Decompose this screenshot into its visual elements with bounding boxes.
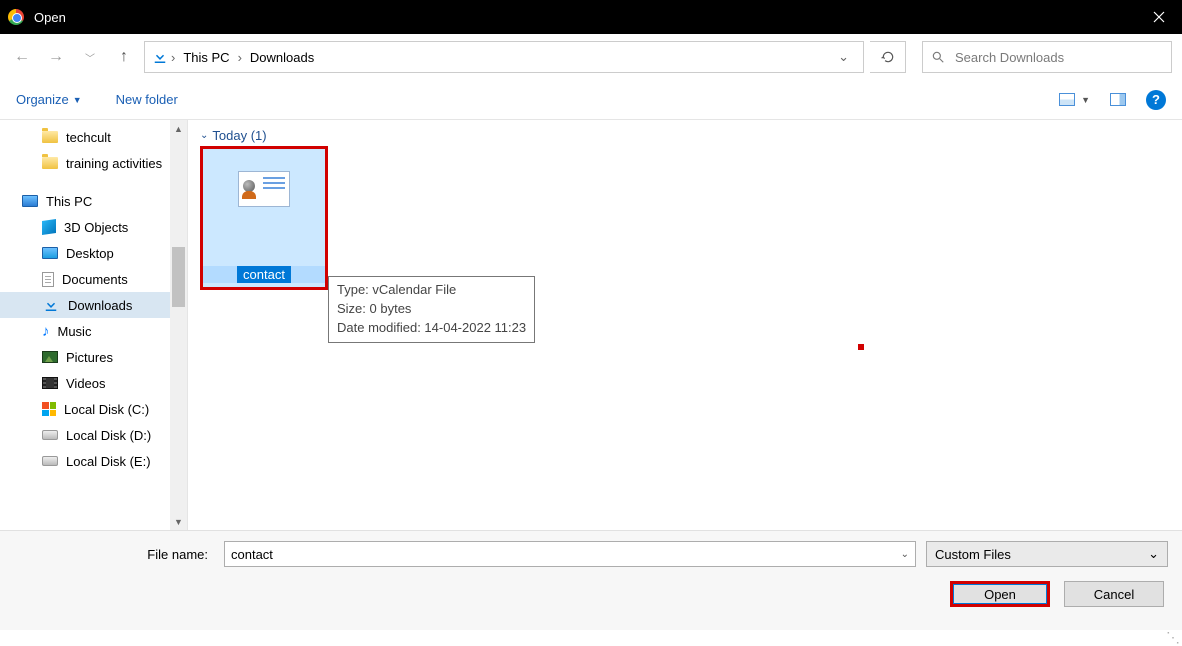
new-folder-button[interactable]: New folder (116, 92, 178, 107)
file-tooltip: Type: vCalendar File Size: 0 bytes Date … (328, 276, 535, 343)
music-icon: ♪ (42, 323, 50, 340)
breadcrumb-root[interactable]: This PC (177, 50, 235, 65)
caret-down-icon: ▼ (1081, 95, 1090, 105)
help-button[interactable]: ? (1146, 90, 1166, 110)
up-button[interactable]: ↑ (110, 43, 138, 71)
search-placeholder: Search Downloads (955, 50, 1064, 65)
nav-disk-e[interactable]: Local Disk (E:) (0, 448, 187, 474)
nav-documents[interactable]: Documents (0, 266, 187, 292)
scroll-thumb[interactable] (172, 247, 185, 307)
refresh-icon (881, 50, 895, 64)
disk-icon (42, 430, 58, 440)
file-list[interactable]: ⌄ Today (1) contact Type: vCalendar File… (188, 120, 1182, 530)
back-button[interactable]: ← (8, 43, 36, 71)
nav-scrollbar[interactable]: ▲ ▼ (170, 120, 187, 530)
nav-videos[interactable]: Videos (0, 370, 187, 396)
history-dropdown[interactable]: ﹀ (76, 43, 104, 71)
nav-downloads[interactable]: Downloads (0, 292, 187, 318)
search-input[interactable]: Search Downloads (922, 41, 1172, 73)
breadcrumb-current[interactable]: Downloads (244, 50, 320, 65)
caret-down-icon: ▼ (73, 95, 82, 105)
windows-icon (42, 402, 56, 416)
document-icon (42, 272, 54, 287)
chevron-down-icon: ⌄ (200, 130, 208, 141)
pictures-icon (42, 351, 58, 363)
chevron-right-icon: › (169, 50, 177, 65)
title-bar: Open (0, 0, 1182, 34)
scroll-down-icon[interactable]: ▼ (170, 513, 187, 530)
file-name-value: contact (231, 547, 273, 562)
disk-icon (42, 456, 58, 466)
nav-disk-d[interactable]: Local Disk (D:) (0, 422, 187, 448)
refresh-button[interactable] (870, 41, 906, 73)
nav-desktop[interactable]: Desktop (0, 240, 187, 266)
forward-button[interactable]: → (42, 43, 70, 71)
view-mode-button[interactable]: ▼ (1059, 93, 1090, 106)
nav-this-pc[interactable]: This PC (0, 188, 187, 214)
organize-button[interactable]: Organize ▼ (16, 92, 82, 107)
toolbar: Organize ▼ New folder ▼ ? (0, 80, 1182, 120)
content-area: techcult training activities This PC 3D … (0, 120, 1182, 530)
address-bar[interactable]: › This PC › Downloads ⌄ (144, 41, 864, 73)
scroll-up-icon[interactable]: ▲ (170, 120, 187, 137)
file-name-label: File name: (14, 547, 214, 562)
navigation-row: ← → ﹀ ↑ › This PC › Downloads ⌄ Search D… (0, 34, 1182, 80)
nav-music[interactable]: ♪Music (0, 318, 187, 344)
chevron-down-icon[interactable]: ⌄ (901, 549, 909, 560)
annotation-marker (858, 344, 864, 350)
cube-icon (42, 219, 56, 235)
downloads-icon (42, 296, 60, 314)
close-icon (1153, 11, 1165, 23)
cancel-button[interactable]: Cancel (1064, 581, 1164, 607)
chrome-icon (8, 9, 24, 25)
folder-icon (42, 157, 58, 169)
view-icon (1059, 93, 1075, 106)
videos-icon (42, 377, 58, 389)
search-icon (931, 50, 945, 64)
address-dropdown[interactable]: ⌄ (830, 49, 857, 65)
tooltip-type: Type: vCalendar File (337, 281, 526, 300)
nav-3d-objects[interactable]: 3D Objects (0, 214, 187, 240)
folder-icon (42, 131, 58, 143)
chevron-right-icon: › (236, 50, 244, 65)
contact-file-icon (238, 171, 290, 207)
nav-pictures[interactable]: Pictures (0, 344, 187, 370)
pc-icon (22, 195, 38, 207)
nav-folder-training[interactable]: training activities (0, 150, 187, 176)
file-name-label: contact (237, 266, 291, 283)
file-type-filter[interactable]: Custom Files ⌄ (926, 541, 1168, 567)
preview-pane-button[interactable] (1110, 93, 1126, 106)
downloads-icon (151, 48, 169, 66)
chevron-down-icon: ⌄ (1148, 546, 1159, 562)
group-header-today[interactable]: ⌄ Today (1) (200, 128, 1170, 143)
file-item-contact[interactable]: contact (200, 146, 328, 290)
navigation-pane[interactable]: techcult training activities This PC 3D … (0, 120, 188, 530)
resize-grip[interactable] (1168, 630, 1180, 642)
open-button[interactable]: Open (950, 581, 1050, 607)
organize-label: Organize (16, 92, 69, 107)
pane-icon (1110, 93, 1126, 106)
tooltip-size: Size: 0 bytes (337, 300, 526, 319)
file-name-input[interactable]: contact ⌄ (224, 541, 916, 567)
nav-folder-techcult[interactable]: techcult (0, 124, 187, 150)
group-label: Today (1) (212, 128, 266, 143)
desktop-icon (42, 247, 58, 259)
window-title: Open (34, 10, 66, 25)
bottom-bar: File name: contact ⌄ Custom Files ⌄ Open… (0, 530, 1182, 630)
close-button[interactable] (1136, 0, 1182, 34)
filter-label: Custom Files (935, 547, 1011, 562)
tooltip-modified: Date modified: 14-04-2022 11:23 (337, 319, 526, 338)
nav-disk-c[interactable]: Local Disk (C:) (0, 396, 187, 422)
